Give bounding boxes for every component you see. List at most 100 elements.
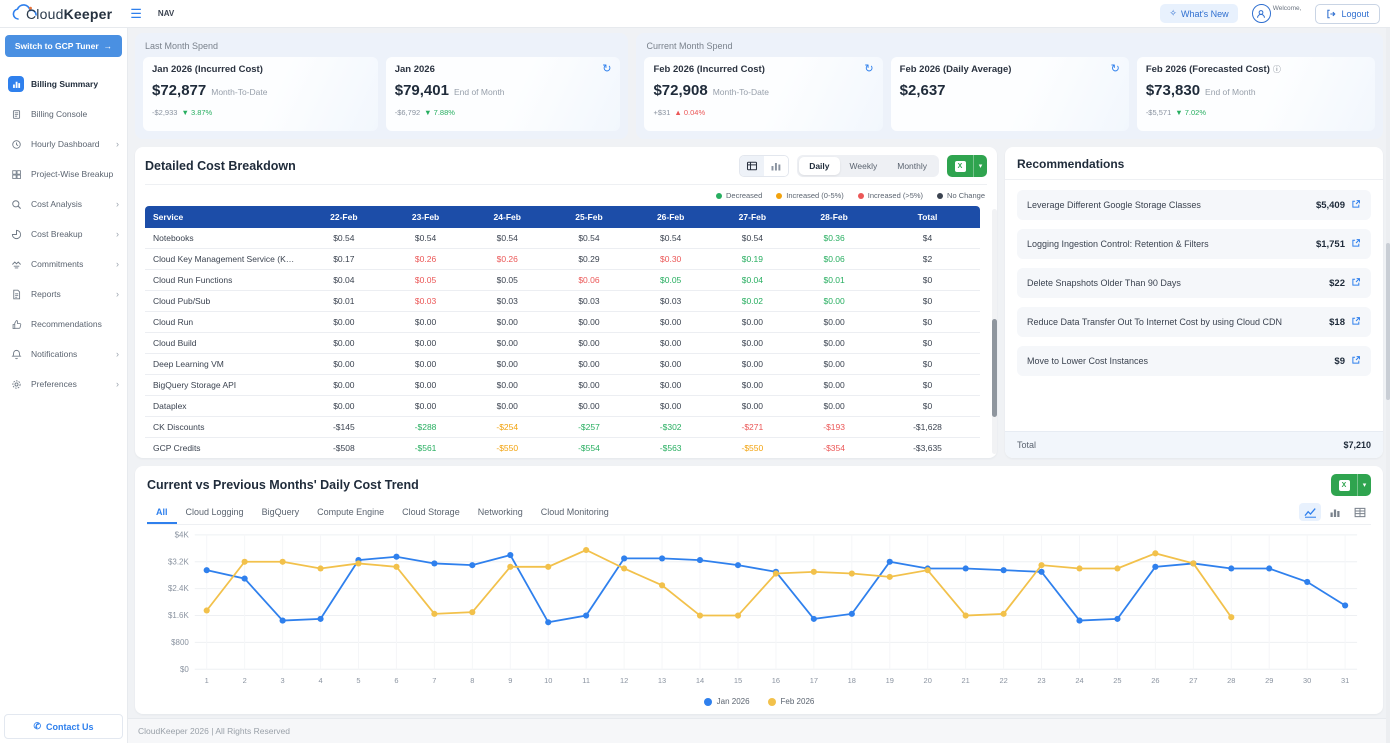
cost-analysis-icon — [8, 196, 24, 212]
table-scrollbar-thumb[interactable] — [992, 319, 997, 417]
spend-card-amount-row: $72,877Month-To-Date — [152, 82, 369, 99]
spend-card-title-row: Feb 2026 (Daily Average)↻ — [900, 64, 1120, 75]
spend-group: Last Month SpendJan 2026 (Incurred Cost)… — [135, 33, 628, 139]
table-view-button[interactable] — [1349, 503, 1371, 521]
external-link-icon[interactable] — [1351, 277, 1361, 289]
recommendation-value: $1,751 — [1316, 239, 1345, 250]
export-excel-split-button[interactable]: X ▾ — [947, 155, 987, 177]
trend-title: Current vs Previous Months' Daily Cost T… — [147, 478, 419, 492]
period-tab-monthly[interactable]: Monthly — [887, 157, 937, 175]
trend-tab-cloud-logging[interactable]: Cloud Logging — [177, 502, 253, 524]
breakdown-table: Service22-Feb23-Feb24-Feb25-Feb26-Feb27-… — [145, 206, 980, 452]
trend-tab-networking[interactable]: Networking — [469, 502, 532, 524]
trend-tab-cloud-monitoring[interactable]: Cloud Monitoring — [532, 502, 618, 524]
refresh-icon[interactable]: ↻ — [1111, 64, 1120, 74]
user-menu[interactable]: Welcome, — [1252, 4, 1302, 23]
external-link-icon[interactable] — [1351, 199, 1361, 211]
page-scrollbar[interactable] — [1386, 28, 1390, 743]
recommendation-right: $5,409 — [1316, 199, 1361, 211]
hamburger-menu-icon[interactable]: ☰ — [130, 6, 142, 22]
sidebar-item-recommendations[interactable]: Recommendations — [0, 309, 127, 339]
recommendation-label: Leverage Different Google Storage Classe… — [1027, 200, 1201, 210]
cost-cell: $2 — [875, 249, 980, 270]
sidebar-item-billing-console[interactable]: Billing Console — [0, 99, 127, 129]
legend-dot — [858, 193, 864, 199]
recommendation-right: $1,751 — [1316, 238, 1361, 250]
sidebar-item-cost-analysis[interactable]: Cost Analysis› — [0, 189, 127, 219]
svg-text:4: 4 — [318, 676, 322, 685]
cost-cell: $0.00 — [303, 354, 385, 375]
sidebar-item-hourly-dashboard[interactable]: Hourly Dashboard› — [0, 129, 127, 159]
delta-percent: ▼ 7.02% — [1175, 108, 1206, 117]
preferences-icon — [8, 376, 24, 392]
cost-cell: $0.36 — [793, 228, 875, 249]
recommendation-value: $18 — [1329, 317, 1345, 328]
recommendation-item[interactable]: Move to Lower Cost Instances$9 — [1017, 346, 1371, 376]
export-excel-button[interactable]: X — [947, 155, 973, 177]
external-link-icon[interactable] — [1351, 355, 1361, 367]
spend-card: Feb 2026 (Incurred Cost)↻$72,908Month-To… — [644, 57, 882, 131]
info-icon[interactable]: ⓘ — [1273, 64, 1281, 75]
avatar[interactable] — [1252, 4, 1271, 23]
external-link-icon[interactable] — [1351, 316, 1361, 328]
sidebar-nav: Billing SummaryBilling ConsoleHourly Das… — [0, 61, 127, 710]
recommendation-value: $5,409 — [1316, 200, 1345, 211]
svg-text:5: 5 — [356, 676, 360, 685]
refresh-icon[interactable]: ↻ — [602, 64, 611, 74]
table-view-button[interactable] — [740, 156, 764, 176]
sidebar-item-preferences[interactable]: Preferences› — [0, 369, 127, 399]
legend-label: No Change — [947, 191, 985, 200]
whats-new-button[interactable]: ✧ What's New — [1160, 4, 1237, 23]
sidebar-item-commitments[interactable]: Commitments› — [0, 249, 127, 279]
chart-view-button[interactable] — [764, 156, 788, 176]
trend-export-split-button[interactable]: X ▾ — [1331, 474, 1371, 496]
recommendation-value: $22 — [1329, 278, 1345, 289]
svg-text:22: 22 — [999, 676, 1007, 685]
trend-tab-cloud-storage[interactable]: Cloud Storage — [393, 502, 469, 524]
cost-cell: $0.00 — [548, 375, 630, 396]
recommendation-item[interactable]: Logging Ingestion Control: Retention & F… — [1017, 229, 1371, 259]
cost-cell: -$354 — [793, 438, 875, 453]
trend-export-caret-button[interactable]: ▾ — [1357, 474, 1371, 496]
cost-cell: $0.54 — [630, 228, 712, 249]
switch-to-gcp-tuner-button[interactable]: Switch to GCP Tuner→ — [5, 35, 122, 57]
period-tab-daily[interactable]: Daily — [799, 157, 839, 175]
sidebar-item-label: Hourly Dashboard — [31, 139, 100, 149]
sidebar-item-notifications[interactable]: Notifications› — [0, 339, 127, 369]
logout-button[interactable]: Logout — [1315, 4, 1380, 24]
recommendation-item[interactable]: Reduce Data Transfer Out To Internet Cos… — [1017, 307, 1371, 337]
sidebar-item-cost-breakup[interactable]: Cost Breakup› — [0, 219, 127, 249]
trend-export-excel-button[interactable]: X — [1331, 474, 1357, 496]
table-scrollbar[interactable] — [992, 209, 997, 454]
table-row: Cloud Pub/Sub$0.01$0.03$0.03$0.03$0.03$0… — [145, 291, 980, 312]
app-body: Switch to GCP Tuner→ Billing SummaryBill… — [0, 28, 1390, 743]
bar-chart-button[interactable] — [1324, 503, 1346, 521]
page-footer: CloudKeeper 2026 | All Rights Reserved — [128, 718, 1390, 743]
chart-legend-item[interactable]: Jan 2026 — [704, 697, 750, 706]
trend-tab-bigquery[interactable]: BigQuery — [253, 502, 309, 524]
chart-legend-item[interactable]: Feb 2026 — [768, 697, 815, 706]
export-caret-button[interactable]: ▾ — [973, 155, 987, 177]
trend-tab-compute-engine[interactable]: Compute Engine — [308, 502, 393, 524]
line-chart-button[interactable] — [1299, 503, 1321, 521]
refresh-icon[interactable]: ↻ — [864, 64, 873, 74]
sidebar-item-project-wise-breakup[interactable]: Project-Wise Breakup — [0, 159, 127, 189]
column-header: Service — [145, 206, 303, 228]
contact-us-button[interactable]: ✆ Contact Us — [4, 714, 123, 739]
spend-amount-suffix: Month-To-Date — [713, 87, 769, 97]
excel-icon: X — [955, 161, 966, 172]
sidebar-item-billing-summary[interactable]: Billing Summary — [0, 69, 127, 99]
cost-breakup-icon — [8, 226, 24, 242]
line-chart-icon — [1304, 507, 1317, 518]
trend-tab-all[interactable]: All — [147, 502, 177, 524]
period-tab-weekly[interactable]: Weekly — [840, 157, 888, 175]
sidebar-item-reports[interactable]: Reports› — [0, 279, 127, 309]
external-link-icon[interactable] — [1351, 238, 1361, 250]
chevron-right-icon: › — [116, 259, 119, 269]
recommendation-item[interactable]: Leverage Different Google Storage Classe… — [1017, 190, 1371, 220]
spend-card-title-row: Jan 2026 (Incurred Cost) — [152, 64, 369, 75]
recommendation-item[interactable]: Delete Snapshots Older Than 90 Days$22 — [1017, 268, 1371, 298]
topbar-right: ✧ What's New Welcome, Logout — [1160, 4, 1380, 24]
spend-group-label: Current Month Spend — [646, 41, 1375, 51]
page-scrollbar-thumb[interactable] — [1386, 243, 1390, 400]
